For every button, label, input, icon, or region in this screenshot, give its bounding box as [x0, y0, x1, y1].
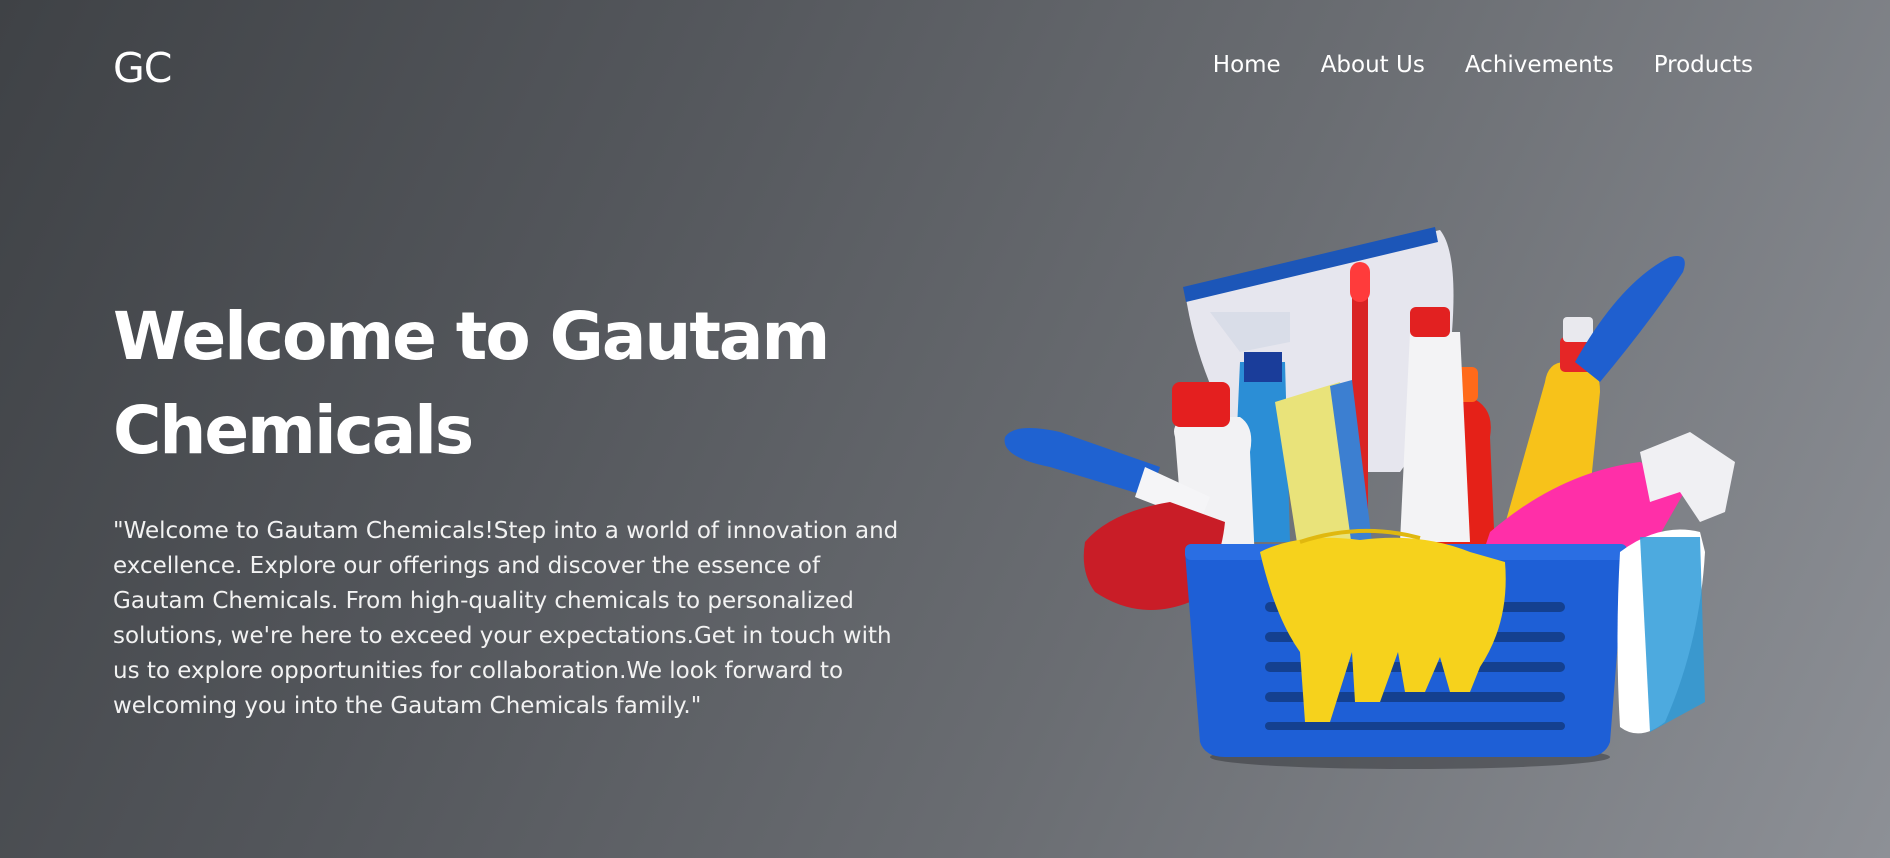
hero-description: "Welcome to Gautam Chemicals!Step into a…	[113, 518, 899, 719]
nav-link-about-us[interactable]: About Us	[1321, 52, 1425, 78]
nav-link-products[interactable]: Products	[1654, 52, 1753, 78]
nav-link-home[interactable]: Home	[1213, 52, 1281, 78]
nav-links: Home About Us Achivements Products	[1213, 52, 1753, 78]
hero-section: Welcome to Gautam Chemicals "Welcome to …	[113, 290, 913, 724]
page: GC Home About Us Achivements Products We…	[0, 0, 1890, 858]
cleaning-supplies-basket-image	[1000, 222, 1770, 772]
logo[interactable]: GC	[113, 44, 172, 92]
navbar: GC Home About Us Achivements Products	[0, 0, 1890, 136]
hero-title: Welcome to Gautam Chemicals	[113, 298, 830, 469]
nav-link-achievements[interactable]: Achivements	[1465, 52, 1614, 78]
